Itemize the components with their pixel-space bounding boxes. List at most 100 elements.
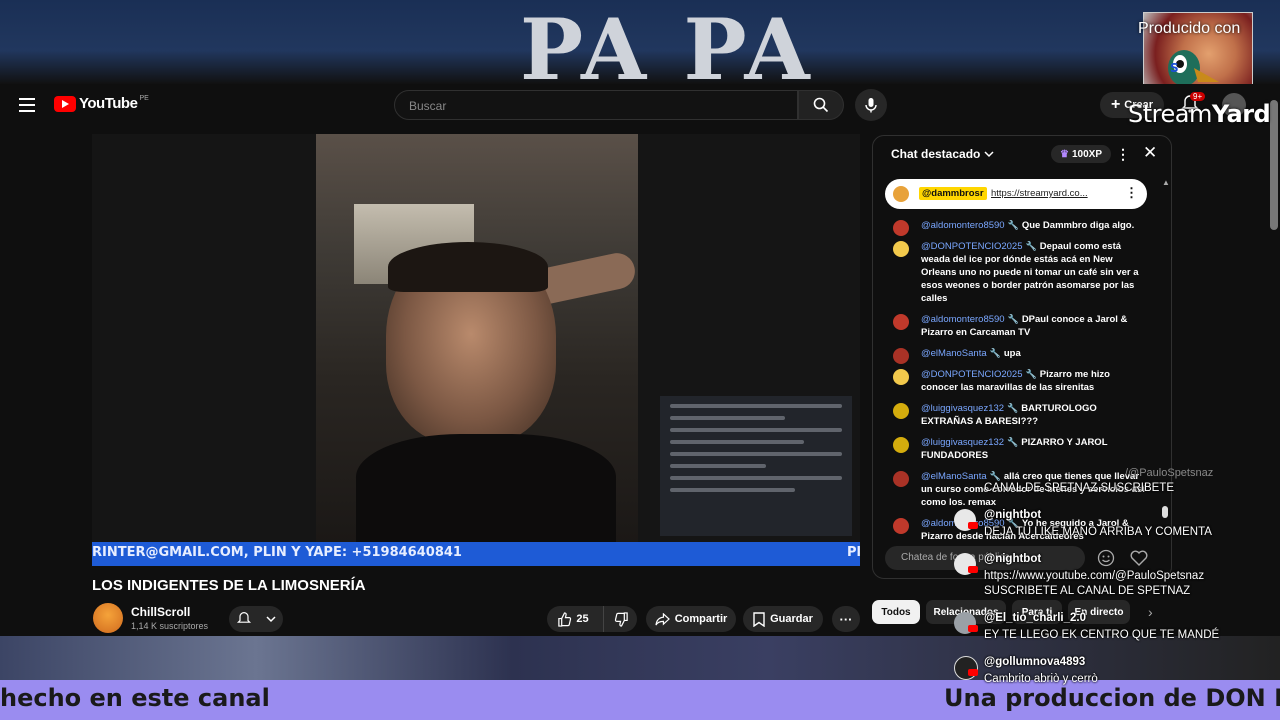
chat-avatar (893, 518, 909, 534)
close-icon[interactable]: ✕ (1143, 143, 1157, 163)
pinned-message[interactable]: @dammbrosr https://streamyard.co... ⋮ (885, 179, 1147, 209)
more-actions-button[interactable]: ··· (832, 606, 860, 632)
youtube-small-icon (968, 522, 978, 529)
youtube-logo[interactable]: YouTube PE (54, 95, 149, 112)
chat-avatar (893, 471, 909, 487)
search-input[interactable] (407, 98, 781, 114)
microphone-icon (865, 98, 877, 113)
youtube-small-icon (968, 669, 978, 676)
overlay-message-line: https://www.youtube.com/@PauloSpetsnaz (984, 570, 1205, 582)
moderator-wrench-icon: 🔧 (989, 471, 1001, 481)
chevron-down-icon (984, 151, 994, 158)
moderator-wrench-icon: 🔧 (1025, 369, 1037, 379)
chevron-down-icon (266, 616, 276, 623)
crown-icon: ♛ (1060, 148, 1069, 160)
chat-username[interactable]: @DONPOTENCIO2025 (921, 369, 1023, 380)
channel-avatar[interactable] (93, 603, 123, 633)
search-icon (813, 97, 829, 113)
menu-icon[interactable] (19, 98, 35, 112)
chat-avatar (893, 403, 909, 419)
emoji-icon[interactable] (1097, 549, 1115, 567)
share-button[interactable]: Compartir (646, 606, 736, 632)
voice-search-button[interactable] (855, 89, 887, 121)
moderator-wrench-icon: 🔧 (1007, 403, 1019, 413)
video-title: LOS INDIGENTES DE LA LIMOSNERÍA (92, 577, 366, 594)
pinned-avatar (893, 186, 909, 202)
logo-country: PE (139, 95, 149, 102)
moderator-wrench-icon: 🔧 (989, 348, 1001, 358)
overlay-username: @nightbot (984, 553, 1042, 565)
overlay-avatar (954, 656, 978, 680)
plus-icon: + (1110, 96, 1121, 113)
stream-ticker-left-text: hecho en este canal (0, 684, 270, 712)
chat-message[interactable]: @DONPOTENCIO2025 🔧 Pizarro me hizo conocer… (873, 365, 1163, 399)
overlay-faded-text: /@PauloSpetsnaz (1125, 467, 1214, 479)
subscription-button[interactable] (229, 606, 283, 632)
overlay-message-line: CANAL DE SPETNAZ SUSCRIBETE (984, 482, 1175, 494)
moderator-wrench-icon: 🔧 (1007, 220, 1019, 230)
chat-username[interactable]: @DONPOTENCIO2025 (921, 241, 1023, 252)
chat-username[interactable]: @elManoSanta (921, 471, 987, 482)
xp-label: 100XP (1071, 148, 1102, 160)
chat-avatar (893, 241, 909, 257)
save-button[interactable]: Guardar (743, 606, 823, 632)
channel-name[interactable]: ChillScroll (131, 605, 190, 619)
produced-with-label: Producido con (1138, 20, 1241, 37)
video-frame (316, 134, 639, 542)
thumbs-down-icon (614, 611, 628, 627)
svg-text:S: S (1170, 61, 1179, 75)
chat-message-list: @aldomontero8590 🔧 Que Dammbro diga algo. @… (873, 216, 1163, 548)
chat-username[interactable]: @luiggivasquez132 (921, 437, 1004, 448)
overlay-message-line: DEJA TU LIKE MANO ARRIBA Y COMENTA (984, 526, 1212, 538)
logo-text: YouTube (79, 95, 138, 112)
pinned-link[interactable]: https://streamyard.co... (991, 188, 1088, 199)
background-top-band: PA PA (0, 0, 1280, 84)
streamyard-logo: StreamYard (1128, 100, 1271, 128)
dislike-button[interactable] (603, 606, 638, 632)
more-horizontal-icon: ··· (839, 611, 853, 627)
chat-scrollbar-thumb[interactable] (1162, 506, 1168, 518)
stream-ticker-right-text: Una produccion de DON M (944, 684, 1280, 712)
pinned-user: @dammbrosr (919, 187, 987, 200)
chat-message-text: Que Dammbro diga algo. (1021, 220, 1135, 231)
overlay-message-line: Cambrito abriò y cerrò (984, 673, 1098, 685)
overlay-message-line: SUSCRIBETE AL CANAL DE SPETNAZ (984, 585, 1191, 597)
scroll-up-icon[interactable]: ▲ (1162, 178, 1170, 187)
chat-message[interactable]: @elManoSanta 🔧 upa (873, 344, 1163, 365)
chat-username[interactable]: @elManoSanta (921, 348, 987, 359)
search-button[interactable] (798, 90, 844, 120)
video-person-hair (388, 242, 548, 292)
chip-todos[interactable]: Todos (872, 600, 920, 624)
chat-options-icon[interactable]: ⋮ (1116, 146, 1130, 163)
like-count: 25 (576, 613, 589, 625)
chat-avatar (893, 314, 909, 330)
video-ticker-text: RINTER@GMAIL.COM, PLIN Y YAPE: +51984640… (92, 545, 462, 560)
search-box[interactable] (394, 90, 798, 120)
xp-badge[interactable]: ♛ 100XP (1051, 145, 1111, 163)
chevron-right-icon[interactable]: › (1148, 604, 1153, 620)
streamyard-logo-a: Stream (1128, 100, 1212, 128)
chat-message[interactable]: @aldomontero8590 🔧 Que Dammbro diga algo. (873, 216, 1163, 237)
page-scrollbar-thumb[interactable] (1270, 100, 1278, 230)
chat-mode-selector[interactable]: Chat destacado (891, 147, 994, 161)
chat-username[interactable]: @aldomontero8590 (921, 220, 1005, 231)
video-embedded-chat (660, 396, 852, 536)
youtube-play-icon (54, 95, 76, 112)
chat-message[interactable]: @luiggivasquez132 🔧 BARTUROLOGO EXTRAÑAS A… (873, 399, 1163, 433)
save-label: Guardar (770, 613, 813, 625)
chat-username[interactable]: @luiggivasquez132 (921, 403, 1004, 414)
pinned-options-icon[interactable]: ⋮ (1125, 185, 1138, 201)
like-dislike-group: 25 (547, 606, 637, 632)
chat-message[interactable]: @luiggivasquez132 🔧 PIZARRO Y JAROL FUNDAD… (873, 433, 1163, 467)
chat-message-text: upa (1003, 348, 1021, 359)
heart-icon[interactable] (1129, 548, 1149, 568)
chat-username[interactable]: @aldomontero8590 (921, 314, 1005, 325)
chat-avatar (893, 348, 909, 364)
chat-message[interactable]: @DONPOTENCIO2025 🔧 Depaul como está weada … (873, 237, 1163, 310)
bookmark-icon (753, 611, 765, 627)
background-sign: PA PA (520, 0, 814, 85)
video-player[interactable]: RINTER@GMAIL.COM, PLIN Y YAPE: +51984640… (92, 134, 860, 566)
chat-message[interactable]: @aldomontero8590 🔧 DPaul conoce a Jarol & … (873, 310, 1163, 344)
share-icon (655, 612, 670, 626)
like-button[interactable]: 25 (547, 606, 599, 632)
